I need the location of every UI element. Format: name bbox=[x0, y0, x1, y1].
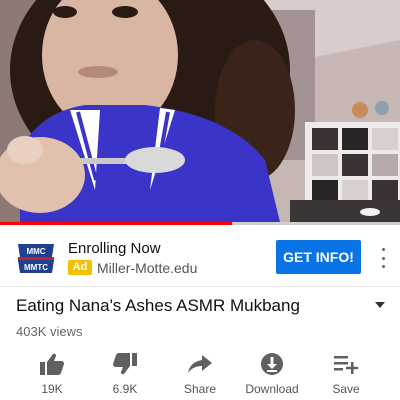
ad-badge: Ad bbox=[68, 260, 92, 275]
like-count: 19K bbox=[41, 382, 63, 396]
ad-url[interactable]: Miller-Motte.edu bbox=[97, 260, 197, 276]
chevron-down-icon[interactable] bbox=[375, 302, 385, 308]
download-label: Download bbox=[245, 382, 299, 396]
progress-bar[interactable] bbox=[0, 222, 400, 225]
advertiser-logo[interactable]: MMC MMTC bbox=[16, 238, 56, 278]
view-count: 403K views bbox=[16, 324, 83, 339]
share-label: Share bbox=[183, 382, 217, 396]
progress-bar-fill bbox=[0, 222, 232, 225]
like-button[interactable]: 19K bbox=[12, 348, 92, 400]
playlist-add-icon bbox=[334, 356, 358, 374]
share-icon bbox=[188, 355, 212, 373]
download-icon bbox=[261, 353, 283, 375]
ad-title[interactable]: Enrolling Now bbox=[68, 240, 161, 257]
thumbs-up-icon bbox=[40, 353, 64, 375]
dislike-button[interactable]: 6.9K bbox=[85, 348, 165, 400]
save-button[interactable]: Save bbox=[306, 348, 386, 400]
thumbs-down-icon bbox=[113, 353, 137, 375]
share-button[interactable]: Share bbox=[160, 348, 240, 400]
download-button[interactable]: Download bbox=[232, 348, 312, 400]
dislike-count: 6.9K bbox=[112, 382, 138, 396]
logo-line-1: MMC bbox=[26, 247, 45, 256]
video-frame-image bbox=[0, 0, 400, 222]
divider bbox=[0, 286, 400, 287]
get-info-button[interactable]: GET INFO! bbox=[276, 240, 361, 274]
more-vert-icon[interactable] bbox=[376, 248, 390, 268]
action-bar: 19K 6.9K Share Download Save bbox=[0, 348, 400, 400]
video-title[interactable]: Eating Nana's Ashes ASMR Mukbang bbox=[16, 296, 300, 316]
ad-banner[interactable]: MMC MMTC Enrolling Now Ad Miller-Motte.e… bbox=[0, 226, 400, 290]
save-label: Save bbox=[332, 382, 360, 396]
video-player[interactable] bbox=[0, 0, 400, 222]
logo-line-2: MMTC bbox=[24, 263, 48, 272]
